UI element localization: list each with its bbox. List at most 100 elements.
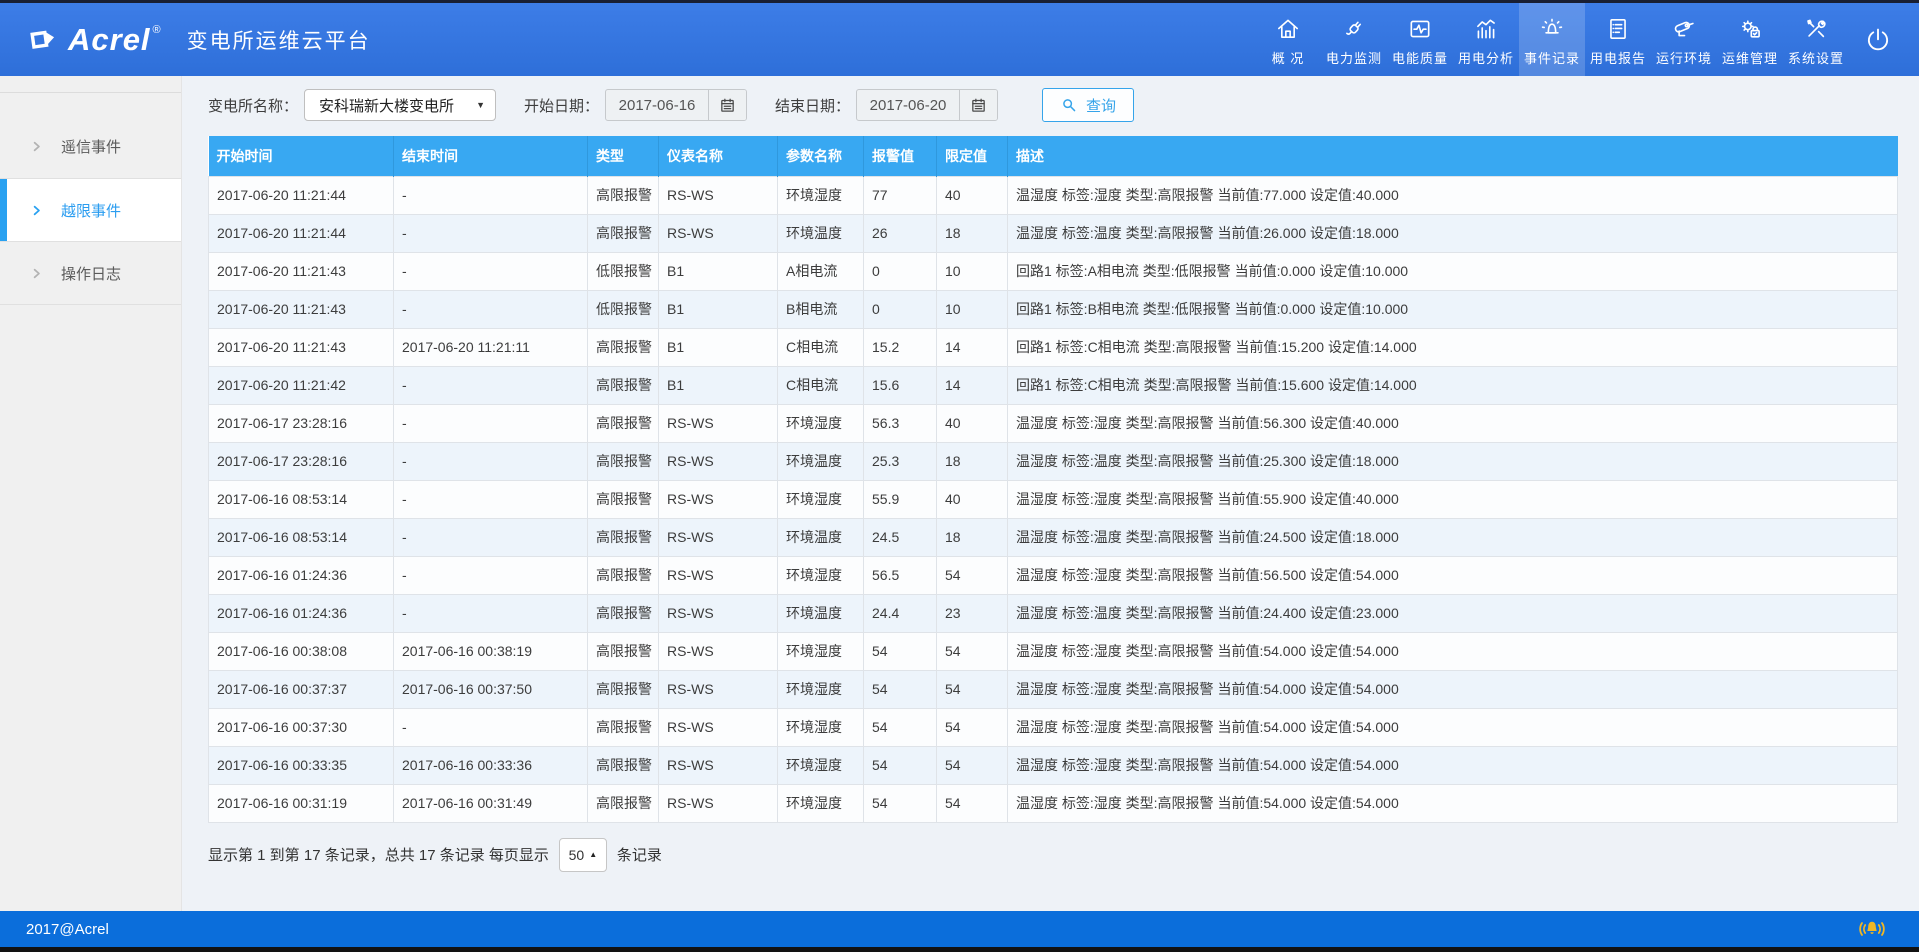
sidebar-item-label: 遥信事件 [61,136,121,157]
cell-device-name: RS-WS [659,556,778,594]
calendar-icon [970,97,987,114]
sidebar-item-remote-signal-events[interactable]: 遥信事件 [0,115,181,178]
nav-item-energy-report[interactable]: 用电报告 [1585,3,1651,76]
cell-end-time: 2017-06-16 00:37:50 [394,670,588,708]
sidebar-item-operation-logs[interactable]: 操作日志 [0,241,181,304]
cell-start-time: 2017-06-16 00:37:37 [209,670,394,708]
station-label: 变电所名称： [208,95,298,116]
cell-type: 高限报警 [588,366,659,404]
search-button[interactable]: 查询 [1042,88,1134,122]
cell-start-time: 2017-06-16 00:33:35 [209,746,394,784]
cell-end-time: - [394,176,588,214]
nav-item-ops-management[interactable]: 运维管理 [1717,3,1783,76]
cell-start-time: 2017-06-20 11:21:42 [209,366,394,404]
table-row: 2017-06-16 08:53:14-高限报警RS-WS环境湿度55.940温… [209,480,1898,518]
nav-item-label: 用电分析 [1458,48,1514,67]
cell-alarm-value: 24.4 [864,594,937,632]
cell-type: 高限报警 [588,176,659,214]
end-date-calendar-button[interactable] [959,90,997,120]
sidebar-item-limit-violation-events[interactable]: 越限事件 [0,178,181,241]
plug-icon [1341,16,1367,42]
logo-registered-mark: ® [153,24,161,36]
sidebar-item-label: 操作日志 [61,263,121,284]
cell-end-time: - [394,556,588,594]
chevron-right-icon [30,204,43,217]
cell-type: 高限报警 [588,328,659,366]
cell-limit-value: 18 [937,442,1008,480]
cell-limit-value: 10 [937,252,1008,290]
power-quality-icon [1407,16,1433,42]
sidebar-list: 遥信事件越限事件操作日志 [0,115,181,305]
cell-end-time: - [394,290,588,328]
alarm-bell-icon[interactable] [1855,916,1889,942]
nav-item-event-records[interactable]: 事件记录 [1519,3,1585,76]
dropdown-caret-icon: ▼ [476,100,485,110]
cell-description: 回路1 标签:C相电流 类型:高限报警 当前值:15.200 设定值:14.00… [1008,328,1898,366]
cell-type: 高限报警 [588,594,659,632]
cell-alarm-value: 15.6 [864,366,937,404]
nav-item-power-monitoring[interactable]: 电力监测 [1321,3,1387,76]
cell-description: 温湿度 标签:温度 类型:高限报警 当前值:24.400 设定值:23.000 [1008,594,1898,632]
logo-text: Acrel [68,22,151,58]
nav-item-label: 用电报告 [1590,48,1646,67]
start-date-input[interactable]: 2017-06-16 [605,89,747,121]
cell-device-name: RS-WS [659,708,778,746]
page-size-select[interactable]: 50 ▲ [559,838,607,872]
cell-param-name: 环境湿度 [778,556,864,594]
nav-item-operating-environment[interactable]: 运行环境 [1651,3,1717,76]
cell-type: 低限报警 [588,252,659,290]
alarm-icon [1539,16,1565,42]
cell-type: 高限报警 [588,214,659,252]
events-table: 开始时间结束时间类型仪表名称参数名称报警值限定值描述 2017-06-20 11… [208,136,1898,823]
report-icon [1605,16,1631,42]
cell-device-name: RS-WS [659,404,778,442]
cell-end-time: - [394,518,588,556]
settings-tools-icon [1803,16,1829,42]
cell-description: 温湿度 标签:湿度 类型:高限报警 当前值:54.000 设定值:54.000 [1008,670,1898,708]
start-date-calendar-button[interactable] [708,90,746,120]
cell-param-name: 环境温度 [778,442,864,480]
table-row: 2017-06-20 11:21:42-高限报警B1C相电流15.614回路1 … [209,366,1898,404]
body-row: 遥信事件越限事件操作日志 变电所名称： 安科瑞新大楼变电所 ▼ 开始日期： 20… [0,76,1919,911]
end-date-input[interactable]: 2017-06-20 [856,89,998,121]
cell-param-name: A相电流 [778,252,864,290]
cell-alarm-value: 56.3 [864,404,937,442]
station-select[interactable]: 安科瑞新大楼变电所 ▼ [304,89,496,121]
column-header-description: 描述 [1008,136,1898,176]
cell-alarm-value: 15.2 [864,328,937,366]
table-row: 2017-06-20 11:21:43-低限报警B1B相电流010回路1 标签:… [209,290,1898,328]
cell-end-time: 2017-06-16 00:33:36 [394,746,588,784]
cell-description: 回路1 标签:A相电流 类型:低限报警 当前值:0.000 设定值:10.000 [1008,252,1898,290]
cell-end-time: - [394,214,588,252]
cell-end-time: - [394,594,588,632]
cell-alarm-value: 26 [864,214,937,252]
nav-item-system-settings[interactable]: 系统设置 [1783,3,1849,76]
nav-item-overview[interactable]: 概 况 [1255,3,1321,76]
column-header-device-name: 仪表名称 [659,136,778,176]
cell-device-name: RS-WS [659,594,778,632]
sidebar: 遥信事件越限事件操作日志 [0,76,182,911]
cell-end-time: 2017-06-16 00:31:49 [394,784,588,822]
cell-end-time: 2017-06-20 11:21:11 [394,328,588,366]
cell-device-name: RS-WS [659,746,778,784]
cell-param-name: 环境湿度 [778,670,864,708]
cell-end-time: - [394,480,588,518]
home-icon [1275,16,1301,42]
app-root: Acrel ® 变电所运维云平台 概 况电力监测电能质量用电分析事件记录用电报告… [0,0,1919,952]
cell-device-name: RS-WS [659,442,778,480]
cell-limit-value: 54 [937,708,1008,746]
cell-description: 温湿度 标签:湿度 类型:高限报警 当前值:55.900 设定值:40.000 [1008,480,1898,518]
cell-type: 高限报警 [588,746,659,784]
cell-limit-value: 54 [937,746,1008,784]
start-date-label: 开始日期： [524,95,599,116]
nav-item-energy-analysis[interactable]: 用电分析 [1453,3,1519,76]
nav-item-power-quality[interactable]: 电能质量 [1387,3,1453,76]
cell-type: 高限报警 [588,518,659,556]
table-row: 2017-06-17 23:28:16-高限报警RS-WS环境温度25.318温… [209,442,1898,480]
acrel-logo-icon [26,23,60,57]
footer: 2017@Acrel [0,911,1919,947]
column-header-end-time: 结束时间 [394,136,588,176]
cell-description: 温湿度 标签:温度 类型:高限报警 当前值:24.500 设定值:18.000 [1008,518,1898,556]
top-header: Acrel ® 变电所运维云平台 概 况电力监测电能质量用电分析事件记录用电报告… [0,0,1919,76]
power-icon[interactable] [1863,25,1893,55]
